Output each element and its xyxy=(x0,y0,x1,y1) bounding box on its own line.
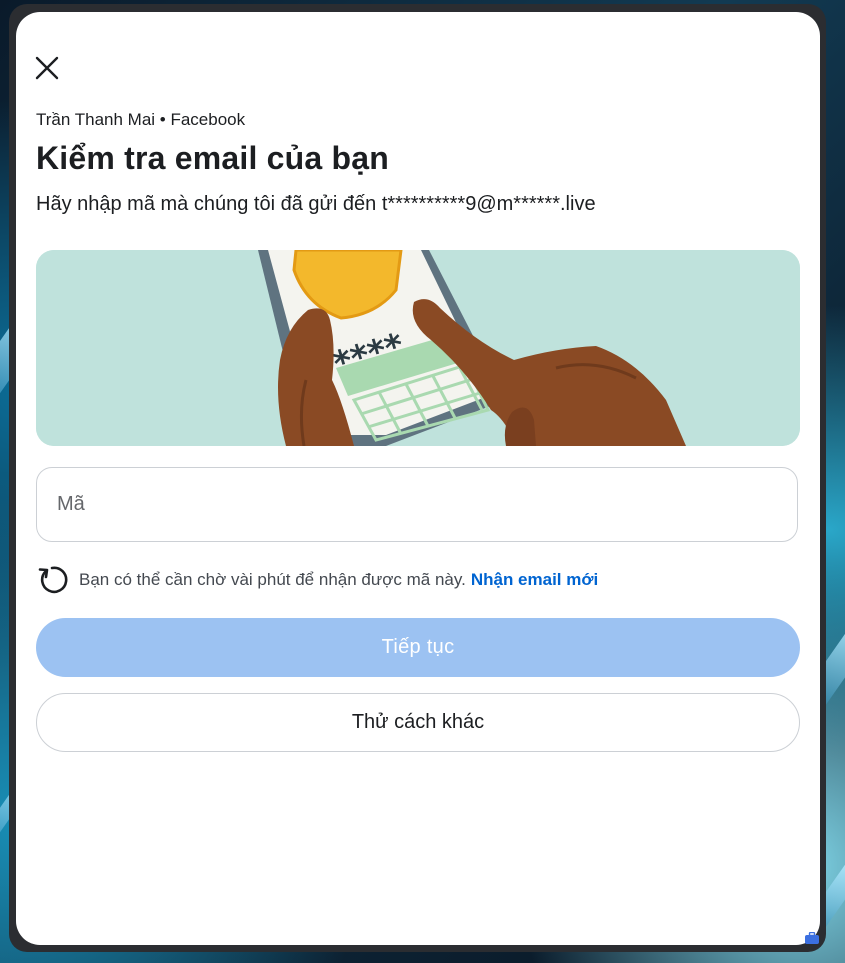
refresh-icon xyxy=(36,564,68,596)
resend-hint-text: Bạn có thể cần chờ vài phút để nhận được… xyxy=(79,570,466,589)
resend-row: Bạn có thể cần chờ vài phút để nhận được… xyxy=(36,562,598,598)
code-field[interactable] xyxy=(36,467,798,542)
close-button[interactable] xyxy=(32,52,62,84)
briefcase-icon xyxy=(805,932,819,944)
verification-dialog: Trần Thanh Mai • Facebook Kiểm tra email… xyxy=(16,12,820,945)
code-input[interactable] xyxy=(37,468,797,541)
page-title: Kiểm tra email của bạn xyxy=(36,140,389,176)
phone-illustration-graphic: **** xyxy=(36,250,800,446)
phone-code-illustration: **** xyxy=(36,250,800,446)
instruction-text: Hãy nhập mã mà chúng tôi đã gửi đến t***… xyxy=(36,193,596,215)
account-line: Trần Thanh Mai • Facebook xyxy=(36,110,246,129)
continue-button[interactable]: Tiếp tục xyxy=(36,618,800,677)
resend-email-link[interactable]: Nhận email mới xyxy=(471,570,598,590)
try-another-way-button[interactable]: Thử cách khác xyxy=(36,693,800,752)
close-icon xyxy=(35,56,59,80)
